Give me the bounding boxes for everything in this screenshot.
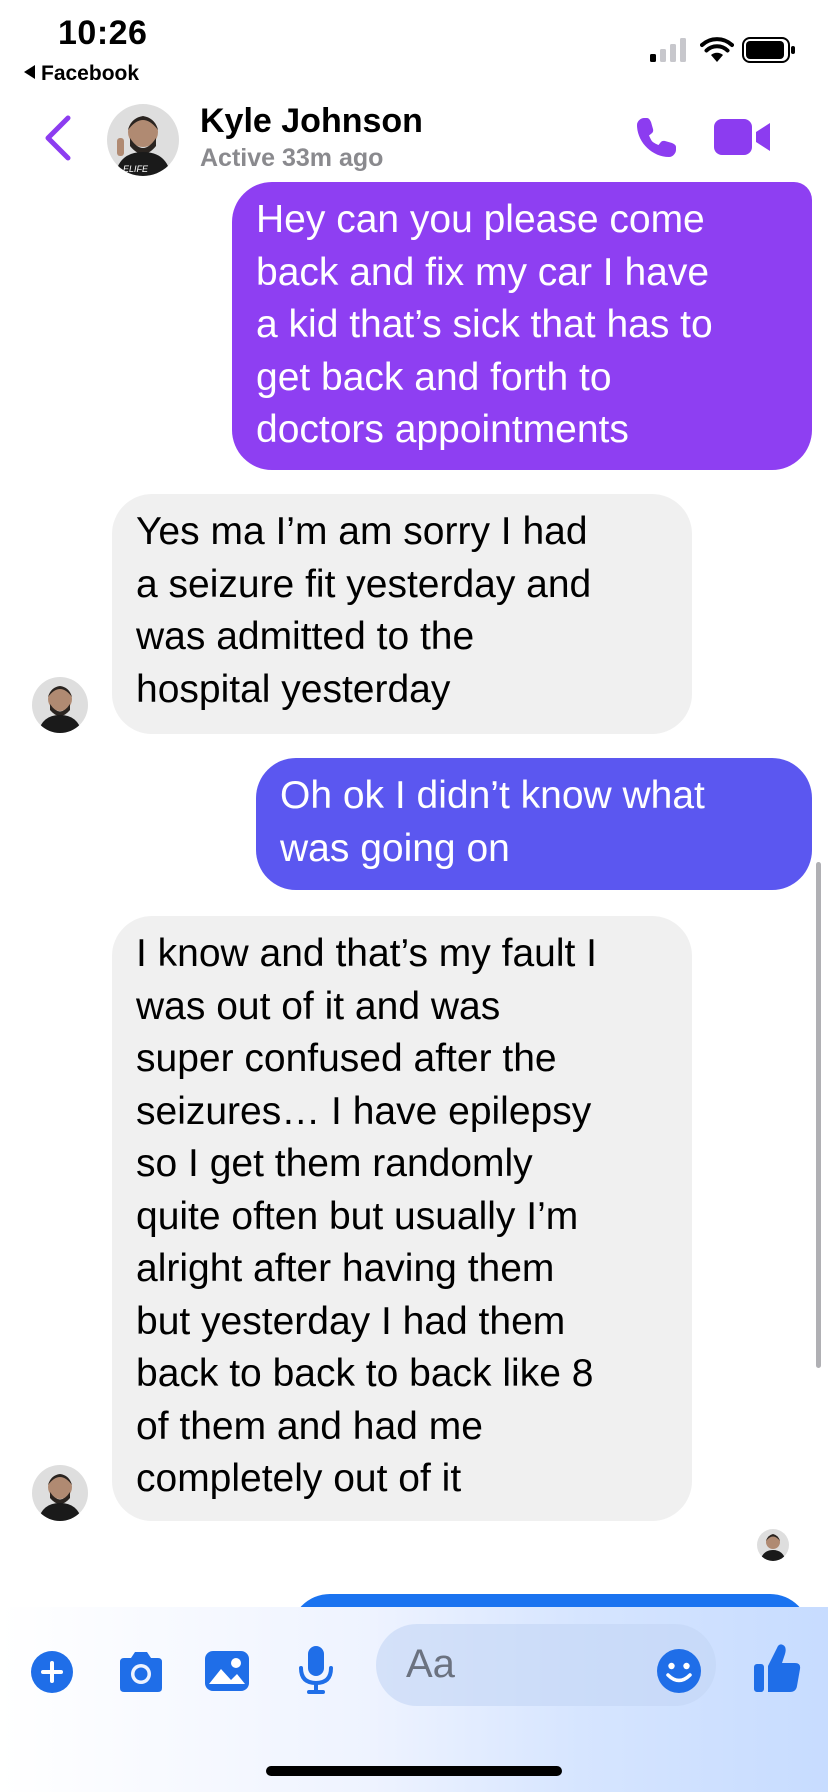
message-bubble-received[interactable]: Yes ma I’m am sorry I had a seizure fit … xyxy=(112,494,692,734)
active-status: Active 33m ago xyxy=(200,144,384,172)
sender-avatar[interactable] xyxy=(32,677,88,733)
message-bubble-sent[interactable]: Hey can you please come back and fix my … xyxy=(232,182,812,470)
message-bubble-sent[interactable]: Oh ok I didn’t know what was going on xyxy=(256,758,812,890)
thumbs-up-icon[interactable] xyxy=(752,1642,802,1694)
scrollbar[interactable] xyxy=(816,862,821,1368)
plus-icon[interactable] xyxy=(30,1650,74,1694)
message-input-placeholder: Aa xyxy=(406,1642,455,1686)
back-chevron-icon[interactable] xyxy=(40,114,76,162)
photo-icon[interactable] xyxy=(204,1648,250,1694)
microphone-icon[interactable] xyxy=(296,1644,336,1696)
sender-avatar[interactable] xyxy=(32,1465,88,1521)
cellular-signal-icon xyxy=(650,38,686,62)
back-app-label: Facebook xyxy=(41,62,140,85)
battery-icon xyxy=(742,37,795,63)
contact-avatar[interactable]: ELIFE xyxy=(107,104,179,176)
message-bubble-received[interactable]: I know and that’s my fault I was out of … xyxy=(112,916,692,1521)
emoji-icon[interactable] xyxy=(656,1648,702,1694)
back-arrow-icon xyxy=(24,65,35,80)
phone-icon[interactable] xyxy=(632,114,680,162)
status-time: 10:26 xyxy=(58,14,148,52)
conversation-header: ELIFE Kyle Johnson Active 33m ago xyxy=(0,92,828,182)
video-camera-icon[interactable] xyxy=(714,116,772,158)
seen-receipt-avatar xyxy=(757,1529,789,1561)
svg-text:ELIFE: ELIFE xyxy=(123,164,149,174)
wifi-icon xyxy=(700,37,734,62)
contact-name[interactable]: Kyle Johnson xyxy=(200,102,423,141)
home-indicator[interactable] xyxy=(266,1766,562,1776)
status-bar: 10:26 Facebook xyxy=(0,0,828,90)
back-to-app-link[interactable]: Facebook xyxy=(24,62,139,86)
camera-icon[interactable] xyxy=(116,1650,166,1694)
